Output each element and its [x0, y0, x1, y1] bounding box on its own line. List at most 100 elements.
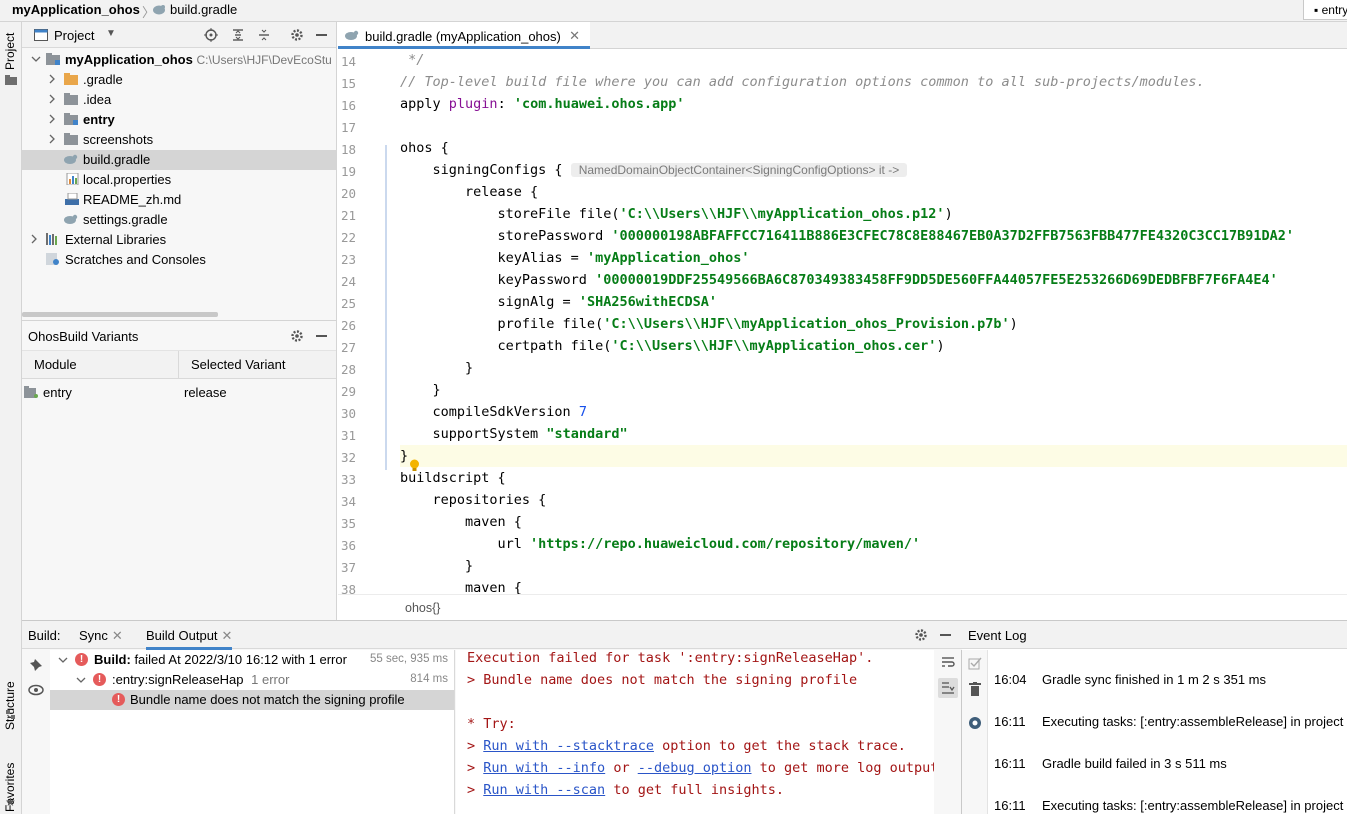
code-line[interactable]: // Top-level build file where you can ad… — [400, 71, 1347, 93]
code-line[interactable]: } — [400, 445, 1347, 467]
variants-table-row[interactable]: entry release — [22, 381, 336, 405]
line-number: 29 — [340, 384, 356, 399]
tab-sync[interactable]: Sync ✕ — [79, 628, 123, 644]
expand-all-icon[interactable] — [231, 28, 245, 42]
chevron-right-icon[interactable] — [47, 134, 57, 144]
minimize-icon[interactable] — [940, 634, 951, 636]
code-line[interactable] — [400, 115, 1347, 137]
code-line[interactable]: storePassword '000000198ABFAFFCC716411B8… — [400, 225, 1347, 247]
gear-icon[interactable] — [290, 329, 304, 343]
build-console-output[interactable]: Execution failed for task ':entry:signRe… — [456, 650, 934, 814]
code-line[interactable]: buildscript { — [400, 467, 1347, 489]
error-icon: ! — [75, 653, 88, 666]
build-result-error[interactable]: ! Bundle name does not match the signing… — [50, 690, 454, 710]
project-view-selector[interactable]: Project — [54, 28, 94, 43]
chevron-down-icon[interactable] — [76, 675, 86, 685]
minimize-icon[interactable] — [316, 34, 327, 36]
tab-build-gradle[interactable]: build.gradle (myApplication_ohos) ✕ — [338, 22, 590, 49]
structure-tool-button[interactable]: Structure — [3, 681, 17, 730]
line-number: 34 — [340, 494, 356, 509]
locate-file-icon[interactable] — [204, 28, 218, 42]
code-line[interactable]: apply plugin: 'com.huawei.ohos.app' — [400, 93, 1347, 115]
error-icon: ! — [112, 693, 125, 706]
scan-link[interactable]: Run with --scan — [483, 782, 605, 798]
info-link[interactable]: Run with --info — [483, 760, 605, 776]
code-line[interactable]: repositories { — [400, 489, 1347, 511]
mark-all-read-icon[interactable] — [968, 656, 982, 670]
tree-item-build-gradle[interactable]: build.gradle — [22, 150, 336, 170]
horizontal-scrollbar[interactable] — [22, 312, 218, 317]
chevron-down-icon[interactable] — [58, 655, 68, 665]
code-line[interactable]: } — [400, 357, 1347, 379]
lightbulb-icon[interactable] — [409, 459, 420, 472]
breadcrumb-project[interactable]: myApplication_ohos — [12, 2, 140, 17]
debug-link[interactable]: --debug option — [638, 760, 752, 776]
event-log-entry[interactable]: 16:11 Gradle build failed in 3 s 511 ms — [994, 756, 1227, 771]
code-line[interactable]: url 'https://repo.huaweicloud.com/reposi… — [400, 533, 1347, 555]
minimize-icon[interactable] — [316, 335, 327, 337]
gear-icon[interactable] — [290, 28, 304, 42]
column-header-module[interactable]: Module — [34, 357, 77, 372]
code-line[interactable]: } — [400, 555, 1347, 577]
scroll-to-end-button[interactable] — [938, 678, 958, 698]
gradle-icon — [64, 154, 78, 164]
tree-item-entry-module[interactable]: entry — [22, 110, 336, 130]
trash-icon[interactable] — [969, 682, 981, 696]
project-tool-button[interactable]: Project — [3, 33, 17, 70]
close-icon[interactable]: ✕ — [112, 628, 123, 643]
code-area[interactable]: */// Top-level build file where you can … — [400, 49, 1347, 594]
event-log-entry[interactable]: 16:11 Executing tasks: [:entry:assembleRe… — [994, 714, 1347, 729]
tree-item-local-properties[interactable]: local.properties — [22, 170, 336, 190]
settings-icon[interactable] — [968, 716, 982, 730]
close-icon[interactable]: ✕ — [222, 628, 233, 643]
tab-build-output[interactable]: Build Output ✕ — [146, 628, 233, 650]
tree-item-settings-gradle[interactable]: settings.gradle — [22, 210, 336, 230]
chevron-down-icon[interactable]: ▼ — [106, 28, 116, 39]
code-line[interactable]: keyAlias = 'myApplication_ohos' — [400, 247, 1347, 269]
gear-icon[interactable] — [914, 628, 928, 642]
event-log-entry[interactable]: 16:04 Gradle sync finished in 1 m 2 s 351… — [994, 672, 1266, 687]
soft-wrap-icon[interactable] — [941, 656, 955, 668]
code-line[interactable]: signAlg = 'SHA256withECDSA' — [400, 291, 1347, 313]
code-line[interactable]: signingConfigs { NamedDomainObjectContai… — [400, 159, 1347, 181]
breadcrumb-ohos[interactable]: ohos{} — [405, 601, 440, 615]
stacktrace-link[interactable]: Run with --stacktrace — [483, 738, 654, 754]
build-result-root[interactable]: ! Build: failed At 2022/3/10 16:12 with … — [50, 650, 454, 670]
tree-item-screenshots-folder[interactable]: screenshots — [22, 130, 336, 150]
code-line[interactable]: ohos { — [400, 137, 1347, 159]
tree-item-scratches[interactable]: Scratches and Consoles — [22, 250, 336, 270]
event-log-entry[interactable]: 16:11 Executing tasks: [:entry:assembleRe… — [994, 798, 1347, 813]
code-line[interactable]: maven { — [400, 511, 1347, 533]
code-line[interactable]: supportSystem "standard" — [400, 423, 1347, 445]
code-line[interactable]: keyPassword '00000019DDF25549566BA6C8703… — [400, 269, 1347, 291]
tree-item-readme[interactable]: README_zh.md — [22, 190, 336, 210]
variant-value-cell[interactable]: release — [184, 385, 227, 400]
tree-item-idea-folder[interactable]: .idea — [22, 90, 336, 110]
code-line[interactable]: release { — [400, 181, 1347, 203]
pin-icon[interactable] — [29, 658, 43, 672]
tree-item-label: .gradle — [83, 72, 123, 87]
code-line[interactable]: */ — [400, 49, 1347, 71]
tree-item-gradle-folder[interactable]: .gradle — [22, 70, 336, 90]
code-line[interactable]: storeFile file('C:\\Users\\HJF\\myApplic… — [400, 203, 1347, 225]
editor-tab-bar: build.gradle (myApplication_ohos) ✕ — [338, 22, 1347, 49]
column-header-selected-variant[interactable]: Selected Variant — [191, 357, 285, 372]
code-line[interactable]: compileSdkVersion 7 — [400, 401, 1347, 423]
chevron-right-icon[interactable] — [47, 94, 57, 104]
code-line[interactable]: certpath file('C:\\Users\\HJF\\myApplica… — [400, 335, 1347, 357]
breadcrumb-file[interactable]: build.gradle — [170, 2, 237, 17]
close-icon[interactable]: ✕ — [569, 28, 580, 44]
code-line[interactable]: } — [400, 379, 1347, 401]
chevron-right-icon[interactable] — [47, 74, 57, 84]
chevron-right-icon[interactable] — [29, 234, 39, 244]
code-line[interactable]: maven { — [400, 577, 1347, 594]
build-result-task[interactable]: ! :entry:signReleaseHap 1 error 814 ms — [50, 670, 454, 690]
chevron-down-icon[interactable] — [31, 54, 41, 64]
tree-item-external-libraries[interactable]: External Libraries — [22, 230, 336, 250]
chevron-right-icon[interactable] — [47, 114, 57, 124]
tree-item-root[interactable]: myApplication_ohos C:\Users\HJF\DevEcoSt… — [22, 50, 336, 70]
collapse-all-icon[interactable] — [257, 28, 271, 42]
eye-icon[interactable] — [28, 684, 44, 696]
run-configuration-selector[interactable]: ▪ entry — [1303, 0, 1347, 20]
code-line[interactable]: profile file('C:\\Users\\HJF\\myApplicat… — [400, 313, 1347, 335]
